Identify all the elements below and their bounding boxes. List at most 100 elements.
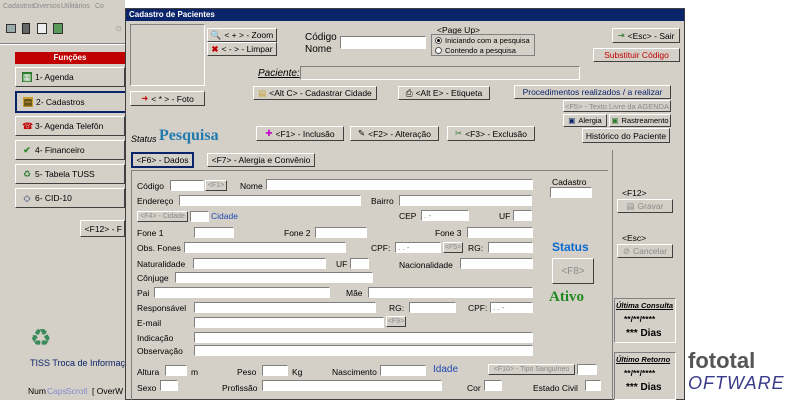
- menu-co[interactable]: Co: [95, 3, 104, 10]
- obs-fones-field[interactable]: [184, 242, 346, 253]
- rastreamento-button[interactable]: ▣ Rastreamento: [609, 114, 671, 127]
- email-field[interactable]: [194, 317, 384, 328]
- f12-background-button[interactable]: <F12> - F: [80, 220, 125, 237]
- app-toolbar: ☼: [0, 14, 125, 44]
- naturalidade-field[interactable]: [193, 258, 326, 269]
- mae-field[interactable]: [368, 287, 533, 298]
- f10-tipo-sanguineo-button[interactable]: <F10> - Tipo Sanguíneo: [488, 364, 575, 375]
- profissao-field[interactable]: [262, 380, 442, 391]
- cadastrar-cidade-button[interactable]: ▤ <Alt C> - Cadastrar Cidade: [253, 86, 377, 100]
- gravar-button[interactable]: ▤ Gravar: [617, 199, 673, 213]
- bairro-field[interactable]: [399, 195, 532, 206]
- exit-icon[interactable]: [53, 23, 63, 34]
- etiqueta-button[interactable]: ⎙ <Alt E> - Etiqueta: [398, 86, 490, 100]
- nome-field[interactable]: [266, 179, 533, 190]
- funcoes-panel: Funções ▦ 1- Agenda ▤ 2- Cadastros ☎ 3- Age…: [15, 52, 127, 212]
- funcoes-item-cadastros[interactable]: ▤ 2- Cadastros: [15, 91, 127, 113]
- cpf-field[interactable]: . . -: [395, 242, 441, 253]
- menu-cadastros[interactable]: Cadastros: [3, 3, 35, 10]
- cor-field[interactable]: [484, 380, 502, 391]
- idade-label: Idade: [433, 364, 459, 375]
- funcoes-item-tabela-tuss[interactable]: ♻ 5- Tabela TUSS: [15, 164, 125, 184]
- ultimo-retorno-date: **/**/****: [624, 368, 656, 378]
- altura-field[interactable]: [165, 365, 187, 376]
- cidade-code-field[interactable]: [190, 211, 209, 222]
- funcoes-item-agenda[interactable]: ▦ 1- Agenda: [15, 67, 125, 87]
- search-input[interactable]: [340, 36, 426, 49]
- cadastro-field[interactable]: [550, 187, 592, 198]
- funcoes-item-agenda-telefonica[interactable]: ☎ 3- Agenda Telefôn: [15, 116, 125, 136]
- radio-inicia[interactable]: [435, 37, 442, 44]
- alergia-button[interactable]: ▣ Alergia: [563, 114, 607, 127]
- ativo-status: Ativo: [549, 289, 584, 305]
- nacionalidade-field[interactable]: [460, 258, 533, 269]
- cpf-responsavel-field[interactable]: . . -: [490, 302, 533, 313]
- peso-field[interactable]: [262, 365, 288, 376]
- tipo-sanguineo-field[interactable]: [577, 364, 597, 375]
- procedimentos-button[interactable]: Procedimentos realizados / a realizar: [514, 85, 671, 99]
- pai-field[interactable]: [154, 287, 330, 298]
- radio-contem[interactable]: [435, 47, 442, 54]
- sexo-field[interactable]: [160, 380, 178, 391]
- cep-label: CEP: [399, 211, 417, 221]
- substituir-codigo-button[interactable]: Substituir Código: [593, 48, 680, 62]
- nascimento-field[interactable]: [380, 365, 426, 376]
- print-icon[interactable]: [6, 24, 16, 33]
- nascimento-label: Nascimento: [332, 367, 377, 377]
- ultimo-retorno-dias: *** Dias: [626, 382, 662, 393]
- printer-icon: ⎙: [405, 87, 413, 98]
- responsavel-field[interactable]: [194, 302, 376, 313]
- zoom-button[interactable]: 🔍 < + > - Zoom: [207, 28, 277, 42]
- help-icon[interactable]: ☼: [114, 23, 124, 34]
- cidade-label: Cidade: [211, 211, 238, 221]
- tab-alergia-convenio[interactable]: <F7> - Alergia e Convênio: [207, 153, 315, 167]
- limpar-button[interactable]: ✖ < - > - Limpar: [207, 42, 277, 56]
- menu-utilitarios[interactable]: Utilitários: [61, 3, 90, 10]
- funcoes-item-financeiro[interactable]: ✔ 4- Financeiro: [15, 140, 125, 160]
- funcoes-item-cid10[interactable]: ◇ 6- CID-10: [15, 188, 125, 208]
- endereco-field[interactable]: [179, 195, 361, 206]
- rg-field[interactable]: [488, 242, 533, 253]
- f1-button[interactable]: <F1>: [205, 180, 227, 191]
- fone2-label: Fone 2: [284, 228, 311, 238]
- naturalidade-label: Naturalidade: [137, 259, 186, 269]
- inclusao-button[interactable]: ✚ <F1> - Inclusão: [256, 126, 344, 141]
- rg-responsavel-field[interactable]: [409, 302, 456, 313]
- observacao-field[interactable]: [194, 345, 533, 356]
- fone1-field[interactable]: [194, 227, 234, 238]
- f9-button[interactable]: <F9>: [386, 316, 406, 327]
- tab-dados[interactable]: <F6> - Dados: [131, 152, 194, 168]
- indicacao-field[interactable]: [194, 332, 533, 343]
- f5-button[interactable]: <F5>: [443, 242, 463, 253]
- city-icon: ▤: [258, 87, 267, 98]
- search-nome-label: Nome: [305, 44, 332, 55]
- calculator-icon[interactable]: [22, 23, 30, 34]
- conjuge-field[interactable]: [175, 272, 373, 283]
- phone-icon: ☎: [22, 121, 34, 131]
- f4-cidade-button[interactable]: <F4> - Cidade: [137, 211, 188, 222]
- estado-civil-field[interactable]: [585, 380, 601, 391]
- fone2-field[interactable]: [315, 227, 367, 238]
- fone3-field[interactable]: [467, 227, 533, 238]
- ultima-consulta-date: **/**/****: [624, 314, 656, 324]
- historico-button[interactable]: Histórico do Paciente: [582, 128, 670, 143]
- cep-field[interactable]: . -: [421, 210, 469, 221]
- nome-label: Nome: [240, 181, 263, 191]
- uf-field[interactable]: [513, 210, 532, 221]
- alergia-icon: ▣: [568, 116, 576, 125]
- status-caps: Caps: [47, 386, 67, 396]
- peso-unit: Kg: [292, 367, 303, 377]
- exclusao-button[interactable]: ✂ <F3> - Exclusão: [447, 126, 535, 141]
- app-statusbar: Num Caps Scroll [ OverW: [0, 383, 125, 400]
- alteracao-button[interactable]: ✎ <F2> - Alteração: [350, 126, 439, 141]
- foto-button[interactable]: ➜ < * > - Foto: [130, 91, 205, 106]
- calendar-icon[interactable]: [37, 23, 47, 34]
- uf-natural-field[interactable]: [350, 258, 369, 269]
- sair-button[interactable]: ⇥ <Esc> - Sair: [612, 28, 680, 43]
- cancelar-button[interactable]: ⊘ Cancelar: [617, 244, 673, 258]
- f8-status-button[interactable]: <F8>: [552, 258, 594, 284]
- codigo-field[interactable]: [170, 180, 204, 191]
- agenda-icon: ▦: [22, 72, 32, 82]
- texto-livre-button[interactable]: <F5> - Texto Livre da AGENDA: [563, 100, 671, 112]
- menu-diversos[interactable]: Diversos: [33, 3, 60, 10]
